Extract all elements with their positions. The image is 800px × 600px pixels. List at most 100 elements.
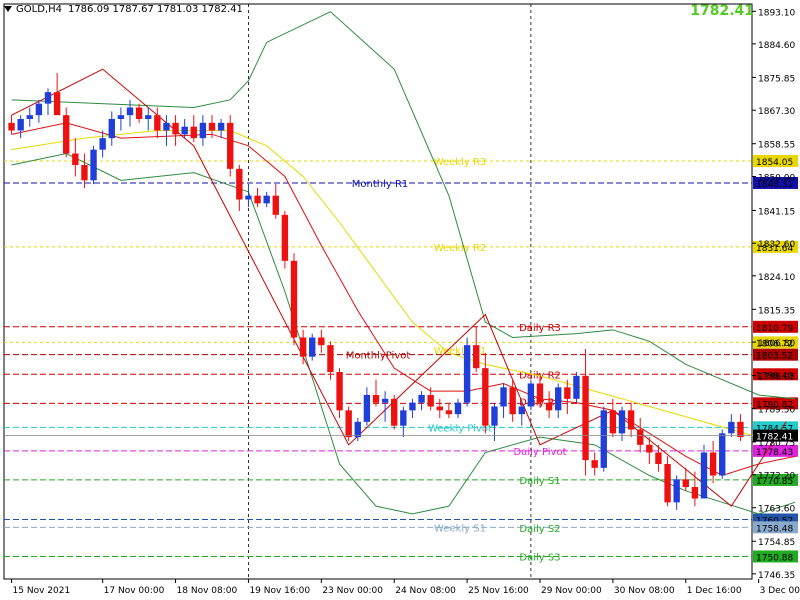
candle-body	[318, 337, 325, 346]
ohlc-values: 1786.09 1787.67 1781.03 1782.41	[67, 4, 243, 15]
candle-body	[290, 260, 298, 338]
candle-body	[609, 410, 617, 434]
candle-body	[664, 464, 671, 503]
y-tick-label: 1772.20	[758, 472, 795, 482]
x-tick-label: 15 Nov 2021	[13, 586, 71, 596]
candle-body	[299, 337, 307, 357]
y-tick-label: 1893.10	[758, 8, 795, 18]
candle-body	[536, 383, 544, 403]
y-tick-label: 1832.60	[758, 240, 795, 250]
y-tick-label: 1884.60	[758, 41, 795, 51]
candle-body	[309, 337, 316, 357]
candle-body	[673, 479, 680, 503]
candle-body	[591, 460, 598, 468]
pivot-level-label: Daily S2	[519, 524, 560, 535]
candle-body	[227, 122, 234, 169]
candle-body	[44, 92, 52, 104]
y-tick-label: 1867.30	[758, 107, 795, 117]
candle-body	[400, 410, 407, 426]
candle-body	[627, 410, 635, 430]
candle-body	[372, 395, 380, 403]
candle-body	[637, 429, 644, 445]
candle-body	[482, 368, 489, 426]
candle-body	[564, 387, 571, 399]
candle-body	[17, 119, 24, 131]
candle-body	[509, 387, 516, 415]
candle-body	[281, 214, 289, 261]
pivot-level-label: Daily S1	[519, 476, 560, 487]
price-tag-text: 1854.05	[756, 158, 793, 168]
chart-window[interactable]: Weekly R3 1854.05 Monthly R1 1848.31 Weekly …	[0, 0, 800, 600]
pivot-level-label: Daily S3	[519, 552, 560, 563]
candle-body	[172, 122, 179, 135]
x-tick-label: 29 Nov 00:00	[541, 586, 602, 596]
zigzag-line	[11, 68, 787, 507]
candle-body	[99, 138, 106, 150]
candle-body	[263, 195, 270, 204]
candle-body	[728, 421, 735, 434]
moving-average-yellow	[11, 130, 796, 442]
candle-body	[72, 153, 79, 165]
current-price-display: 1782.41	[690, 3, 754, 19]
pivot-level-label: Monthly R1	[352, 179, 409, 190]
candle-body	[445, 410, 453, 415]
pivot-level-label: MonthlyPivot	[346, 351, 411, 362]
pivot-level-label: Weekly R3	[434, 157, 487, 168]
y-tick-label: 1815.35	[758, 306, 795, 316]
candle-body	[527, 383, 535, 407]
candle-body	[145, 115, 152, 119]
candle-body	[327, 345, 334, 372]
candle-body	[737, 421, 744, 438]
collapse-triangle-icon[interactable]	[4, 6, 12, 12]
y-tick-label: 1824.10	[758, 273, 795, 283]
candle-body	[217, 122, 225, 131]
pivot-level-label: Daily R3	[519, 323, 561, 334]
price-tag-text: 1778.43	[756, 448, 793, 458]
bollinger-lower-band	[11, 152, 796, 515]
candle-body	[126, 107, 134, 116]
candle-body	[8, 122, 15, 131]
x-tick-label: 17 Nov 00:00	[104, 586, 165, 596]
candle-body	[381, 398, 389, 403]
candle-body	[391, 398, 398, 426]
candle-body	[409, 402, 416, 411]
candle-body	[354, 421, 361, 438]
price-chart[interactable]: Weekly R3 1854.05Monthly R1 1848.31Weekly …	[0, 0, 800, 600]
candle-body	[90, 149, 97, 181]
y-tick-label: 1798.05	[758, 373, 795, 383]
candle-body	[272, 195, 279, 215]
candle-body	[682, 479, 689, 487]
candle-body	[691, 487, 699, 499]
candle-body	[53, 92, 61, 116]
price-tag-text: 1803.52	[756, 352, 793, 362]
candle-body	[117, 115, 125, 119]
candle-body	[709, 452, 717, 476]
candle-body	[254, 195, 261, 204]
candle-body	[719, 433, 726, 476]
candle-body	[545, 402, 553, 411]
x-tick-label: 3 Dec 00:00	[760, 586, 800, 596]
y-tick-label: 1806.80	[758, 339, 795, 349]
x-tick-label: 30 Nov 08:00	[614, 586, 675, 596]
y-tick-label: 1763.60	[758, 505, 795, 515]
pivot-level-label: Weekly S1	[434, 523, 486, 534]
pivot-level-label: Daily Pivot	[513, 447, 566, 458]
candle-body	[208, 122, 216, 131]
y-tick-label: 1780.75	[758, 439, 795, 449]
price-tag-text: 1758.48	[756, 524, 793, 534]
x-tick-label: 25 Nov 16:00	[468, 586, 529, 596]
symbol-timeframe: GOLD,H4	[16, 4, 62, 15]
candle-body	[108, 119, 115, 139]
candle-body	[573, 375, 580, 399]
candle-body	[163, 122, 170, 131]
candle-body	[35, 103, 43, 116]
candle-body	[600, 410, 607, 468]
candle-body	[454, 402, 462, 415]
x-tick-label: 19 Nov 16:00	[249, 586, 310, 596]
candle-body	[245, 195, 252, 200]
y-tick-label: 1754.85	[758, 538, 795, 548]
candle-body	[646, 444, 653, 453]
candle-body	[463, 345, 471, 403]
candle-body	[363, 395, 371, 422]
y-tick-label: 1841.15	[758, 207, 795, 217]
